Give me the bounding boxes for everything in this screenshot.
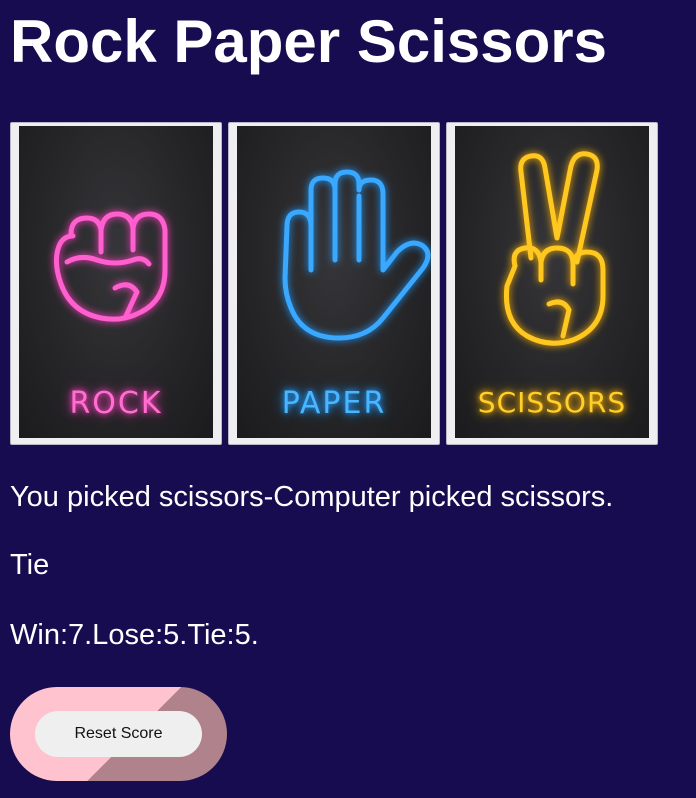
reset-score-button[interactable]: Reset Score [35,711,202,757]
outcome-text: Tie [10,549,50,581]
scissors-card: SCISSORS [455,126,649,438]
rock-label: ROCK [69,386,163,421]
paper-card: PAPER [237,126,431,438]
score-text: Win:7.Lose:5.Tie:5. [10,619,259,651]
result-message: You picked scissors-Computer picked scis… [10,481,614,513]
paper-choice-button[interactable]: PAPER [228,122,440,445]
scissors-label: SCISSORS [477,386,627,419]
page-title: Rock Paper Scissors [10,8,607,75]
rock-card: ROCK [19,126,213,438]
choice-list: ROCK PAPER SCISSORS [10,122,658,445]
scissors-choice-button[interactable]: SCISSORS [446,122,658,445]
reset-button-container: Reset Score [10,687,227,781]
paper-label: PAPER [281,386,387,421]
rock-choice-button[interactable]: ROCK [10,122,222,445]
game-page: Rock Paper Scissors ROCK PAPER SCISSORS … [0,0,696,798]
